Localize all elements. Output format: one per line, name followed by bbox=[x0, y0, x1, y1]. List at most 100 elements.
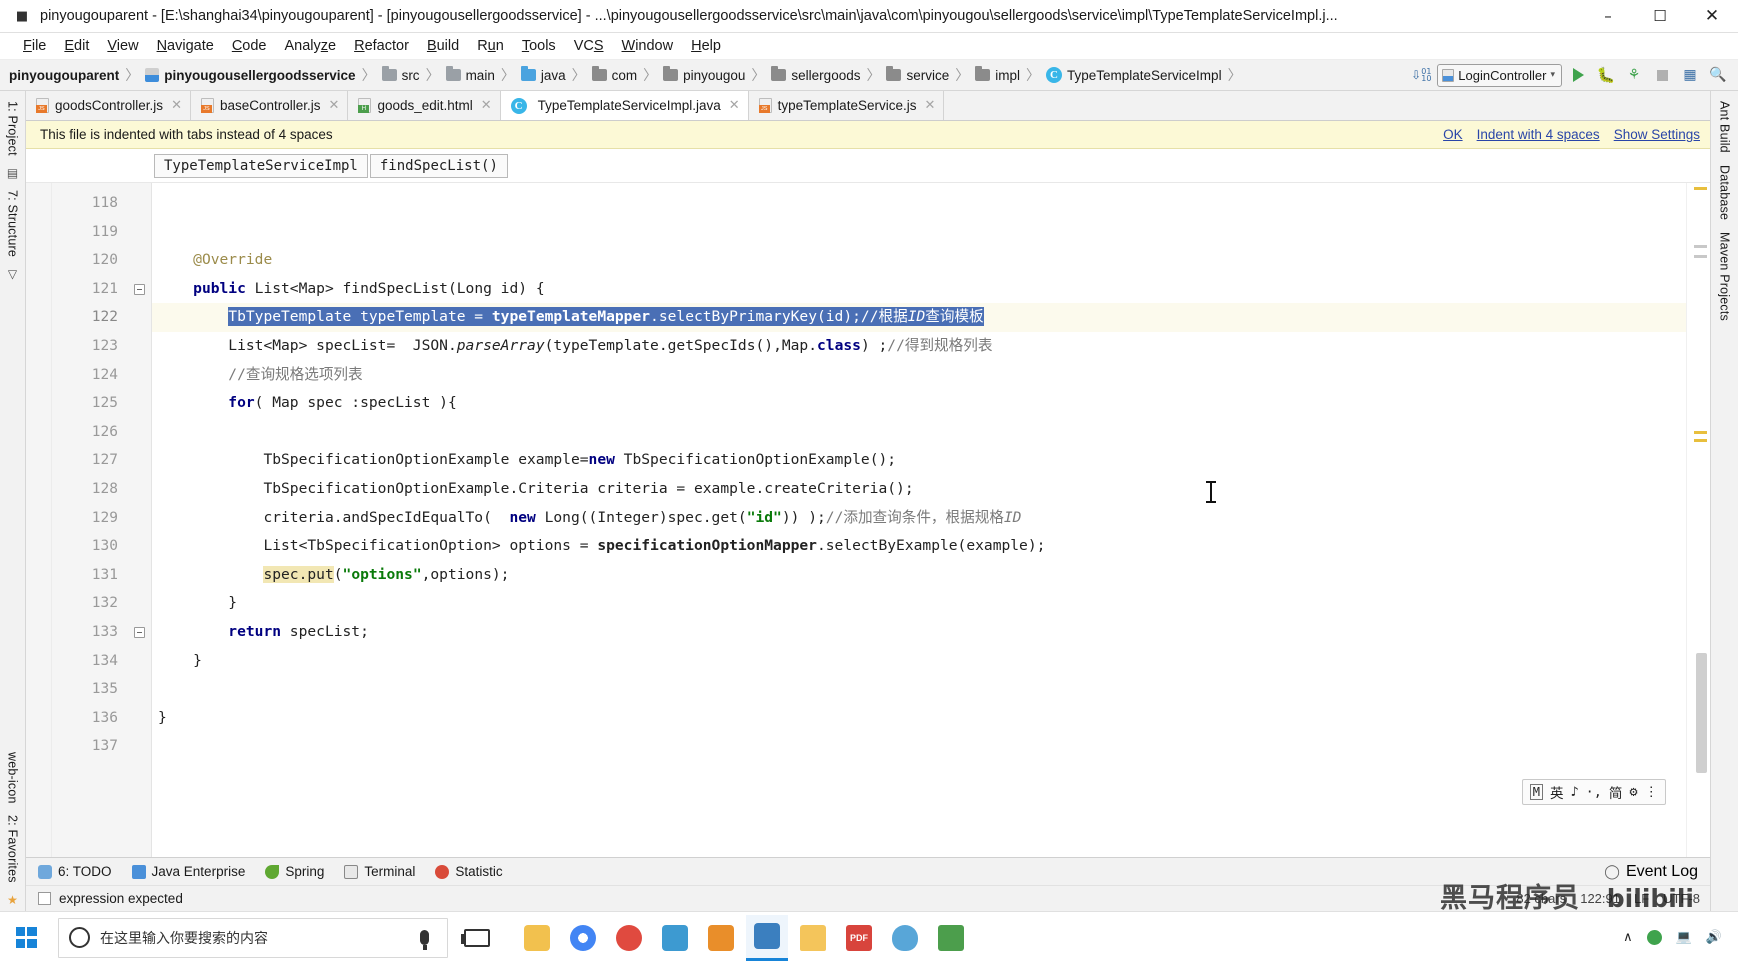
menu-run[interactable]: Run bbox=[468, 36, 513, 56]
notification-indent-link[interactable]: Indent with 4 spaces bbox=[1477, 127, 1600, 142]
menu-window[interactable]: Window bbox=[613, 36, 683, 56]
info-marker[interactable] bbox=[1694, 245, 1707, 248]
tray-status-icon[interactable] bbox=[1646, 930, 1662, 945]
ime-punct-icon[interactable]: ·, bbox=[1586, 784, 1602, 800]
bookmark-icon[interactable]: ▤ bbox=[7, 162, 18, 184]
warning-marker[interactable] bbox=[1694, 187, 1707, 190]
star-icon[interactable]: ★ bbox=[7, 889, 18, 911]
stop-button[interactable] bbox=[1650, 63, 1674, 87]
database-icon[interactable]: ▦ bbox=[1678, 63, 1702, 87]
sidebar-item-project[interactable]: 1: Project bbox=[4, 95, 22, 162]
notification-ok-link[interactable]: OK bbox=[1443, 127, 1463, 142]
breadcrumb-item-com[interactable]: com bbox=[591, 66, 639, 83]
taskbar-app-bird[interactable] bbox=[884, 915, 926, 961]
menu-vcs[interactable]: VCS bbox=[565, 36, 613, 56]
editor-tab-basecontroller-js[interactable]: baseController.js ✕ bbox=[190, 91, 349, 120]
menu-code[interactable]: Code bbox=[223, 36, 276, 56]
chevron-up-icon[interactable]: ∧ bbox=[1623, 930, 1633, 945]
breadcrumb-item-sellergoods[interactable]: sellergoods bbox=[770, 66, 861, 83]
breadcrumb-item-service[interactable]: service bbox=[885, 66, 950, 83]
sidebar-item-web[interactable]: web-icon bbox=[4, 746, 22, 810]
code-editor[interactable]: 118 119 120 121 122 123 124 125 126 127 … bbox=[26, 183, 1710, 857]
ime-simplified-label[interactable]: 简 bbox=[1609, 782, 1623, 802]
ime-music-icon[interactable]: ♪ bbox=[1570, 784, 1578, 800]
editor-tab-goodscontroller-js[interactable]: goodsController.js ✕ bbox=[26, 91, 191, 120]
status-encoding[interactable]: UTF-8 bbox=[1663, 891, 1700, 906]
sort-icon[interactable]: ⇩ 01 10 bbox=[1409, 63, 1433, 87]
taskbar-app-folder-orange[interactable] bbox=[700, 915, 742, 961]
task-view-button[interactable] bbox=[456, 915, 498, 961]
lock-icon[interactable] bbox=[38, 892, 51, 905]
minimize-button[interactable]: – bbox=[1582, 0, 1634, 33]
notification-settings-link[interactable]: Show Settings bbox=[1614, 127, 1700, 142]
search-everywhere-icon[interactable]: 🔍 bbox=[1706, 63, 1730, 87]
breadcrumb-method-chip[interactable]: findSpecList() bbox=[369, 153, 508, 178]
ime-more-icon[interactable]: ⋮ bbox=[1645, 784, 1659, 800]
breadcrumb-item-class[interactable]: C TypeTemplateServiceImpl bbox=[1045, 67, 1223, 83]
fold-end-icon[interactable] bbox=[134, 626, 145, 638]
tool-window-todo[interactable]: 6: TODO bbox=[38, 864, 112, 879]
editor-scrollbar-thumb[interactable] bbox=[1696, 653, 1707, 773]
taskbar-app-intellij[interactable] bbox=[746, 914, 788, 961]
close-icon[interactable]: ✕ bbox=[729, 98, 740, 113]
tool-window-statistic[interactable]: Statistic bbox=[435, 864, 503, 879]
run-coverage-button[interactable]: ⚘ bbox=[1622, 63, 1646, 87]
taskbar-search-input[interactable]: 在这里输入你要搜索的内容 bbox=[58, 917, 448, 958]
editor-tab-typetemplateservice-js[interactable]: typeTemplateService.js ✕ bbox=[748, 91, 945, 120]
fold-method-icon[interactable] bbox=[134, 283, 145, 295]
warning-marker[interactable] bbox=[1694, 439, 1707, 442]
network-icon[interactable]: 💻 bbox=[1676, 930, 1692, 945]
sidebar-item-database[interactable]: Database bbox=[1716, 159, 1734, 226]
code-text-area[interactable]: @Override public List<Map> findSpecList(… bbox=[152, 183, 1686, 857]
editor-tab-goods-edit-html[interactable]: goods_edit.html ✕ bbox=[348, 91, 501, 120]
taskbar-app-editor[interactable] bbox=[654, 915, 696, 961]
breadcrumb-item-src[interactable]: src bbox=[381, 66, 421, 83]
warning-marker[interactable] bbox=[1694, 431, 1707, 434]
microphone-icon[interactable] bbox=[420, 930, 429, 950]
taskbar-app-chrome[interactable] bbox=[562, 915, 604, 961]
run-configuration-selector[interactable]: LoginController ▾ bbox=[1437, 63, 1562, 87]
close-button[interactable]: ✕ bbox=[1686, 0, 1738, 33]
breadcrumb-item-project[interactable]: pinyougouparent bbox=[8, 68, 120, 83]
taskbar-app-pdf[interactable]: PDF bbox=[838, 915, 880, 961]
speaker-icon[interactable]: 🔊 bbox=[1706, 930, 1722, 945]
maximize-button[interactable]: ☐ bbox=[1634, 0, 1686, 33]
info-marker[interactable] bbox=[1694, 255, 1707, 258]
taskbar-app-recorder[interactable] bbox=[608, 915, 650, 961]
debug-button[interactable]: 🐛 bbox=[1594, 63, 1618, 87]
run-button[interactable] bbox=[1566, 63, 1590, 87]
gear-icon[interactable]: ⚙ bbox=[1629, 784, 1637, 800]
windows-start-icon[interactable] bbox=[0, 912, 52, 963]
editor-tab-typetemplateserviceimpl-java[interactable]: C TypeTemplateServiceImpl.java ✕ bbox=[500, 91, 749, 120]
tool-window-java-enterprise[interactable]: Java Enterprise bbox=[131, 864, 245, 879]
breadcrumb-item-pinyougou[interactable]: pinyougou bbox=[662, 66, 746, 83]
sidebar-item-maven-projects[interactable]: Maven Projects bbox=[1716, 226, 1734, 327]
ime-lang-label[interactable]: 英 bbox=[1550, 782, 1564, 802]
close-icon[interactable]: ✕ bbox=[329, 98, 340, 113]
sidebar-item-ant-build[interactable]: Ant Build bbox=[1716, 95, 1734, 159]
sidebar-item-favorites[interactable]: 2: Favorites bbox=[4, 809, 22, 889]
close-icon[interactable]: ✕ bbox=[171, 98, 182, 113]
tool-window-terminal[interactable]: Terminal bbox=[344, 864, 415, 879]
menu-analyze[interactable]: Analyze bbox=[276, 36, 346, 56]
menu-build[interactable]: Build bbox=[418, 36, 468, 56]
breadcrumb-item-main[interactable]: main bbox=[445, 66, 496, 83]
menu-file[interactable]: FFileile bbox=[14, 36, 55, 56]
ime-language-bar[interactable]: M 英 ♪ ·, 简 ⚙ ⋮ bbox=[1521, 779, 1666, 805]
close-icon[interactable]: ✕ bbox=[924, 98, 935, 113]
tool-window-spring[interactable]: Spring bbox=[265, 864, 324, 879]
breadcrumb-item-module[interactable]: pinyougousellergoodsservice bbox=[144, 68, 356, 83]
taskbar-app-explorer[interactable] bbox=[792, 915, 834, 961]
menu-edit[interactable]: Edit bbox=[55, 36, 98, 56]
ime-mode-icon[interactable]: M bbox=[1529, 784, 1543, 800]
breadcrumb-item-java[interactable]: java bbox=[520, 66, 567, 83]
editor-marker-bar[interactable] bbox=[1686, 183, 1710, 857]
sidebar-item-structure[interactable]: 7: Structure bbox=[4, 184, 22, 263]
filter-icon[interactable]: ▽ bbox=[8, 263, 17, 285]
menu-navigate[interactable]: Navigate bbox=[148, 36, 223, 56]
taskbar-app-chart[interactable] bbox=[930, 915, 972, 961]
status-caret-position[interactable]: 122:91 bbox=[1580, 891, 1620, 906]
breadcrumb-item-impl[interactable]: impl bbox=[974, 66, 1021, 83]
breadcrumb-class-chip[interactable]: TypeTemplateServiceImpl bbox=[154, 153, 368, 178]
menu-refactor[interactable]: Refactor bbox=[345, 36, 418, 56]
